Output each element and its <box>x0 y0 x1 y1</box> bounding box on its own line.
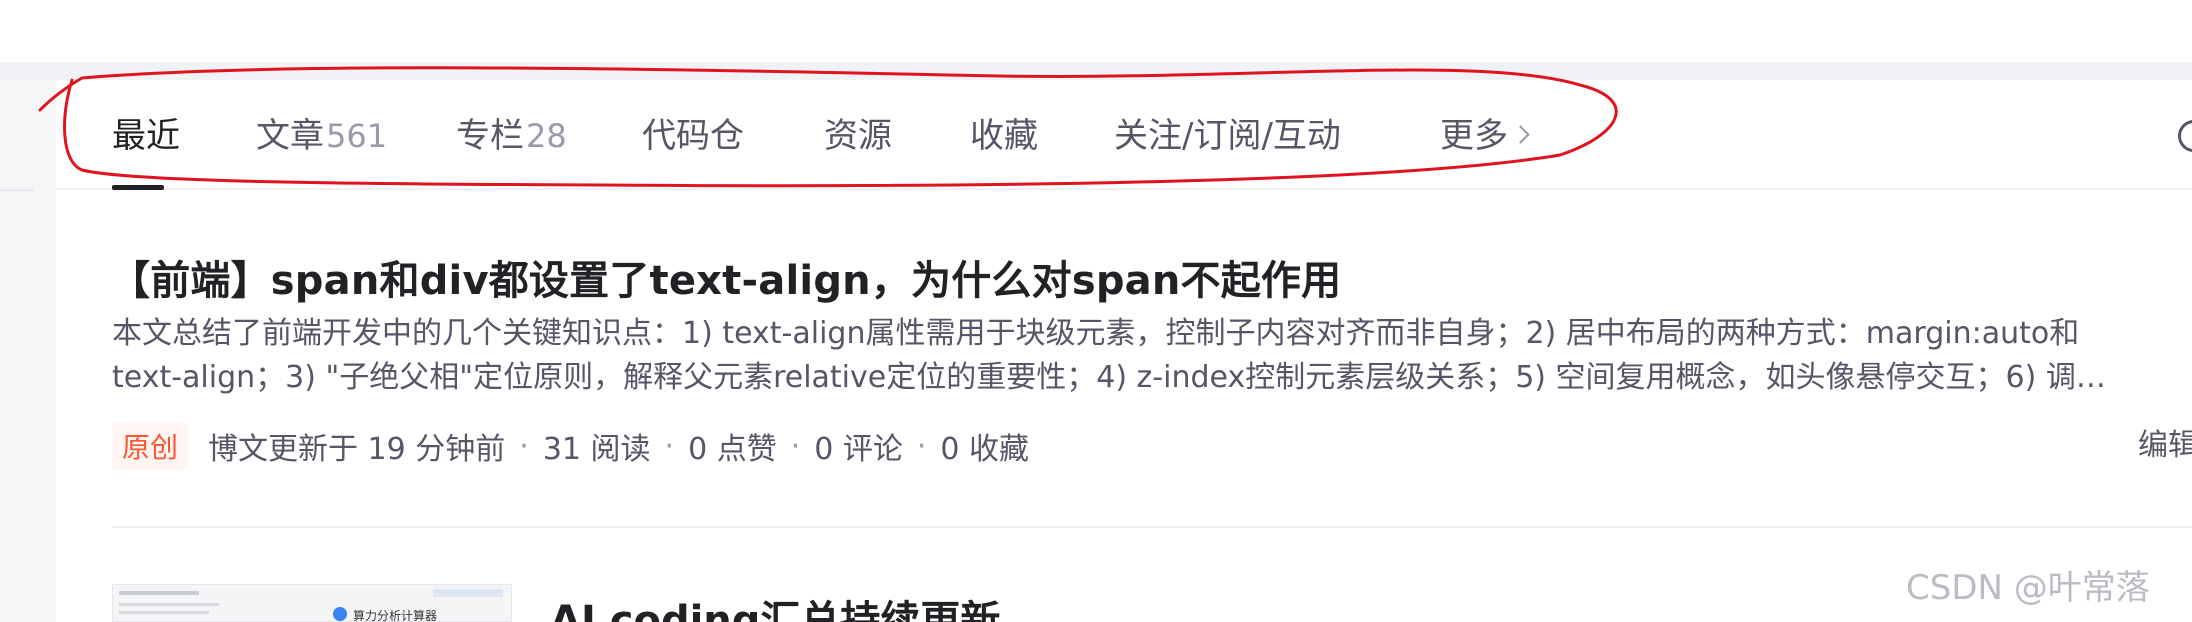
tab-label: 最近 <box>112 116 180 156</box>
thumbnail-controls <box>433 589 503 597</box>
thumbnail-text-line <box>119 611 209 614</box>
meta-separator: · <box>916 428 927 464</box>
thumbnail-toolbar <box>119 591 199 595</box>
thumbnail-caption: 算力分析计算器 <box>353 609 438 622</box>
thumbnail-text-line <box>119 603 219 606</box>
tab-label: 更多 <box>1440 116 1508 156</box>
page-background-strip <box>0 62 2192 80</box>
watermark: CSDN @叶常落 <box>1906 568 2150 608</box>
sidebar-divider <box>0 189 34 191</box>
tab-label: 代码仓 <box>642 116 744 156</box>
meta-separator: · <box>664 428 675 464</box>
edit-button[interactable]: 编辑 <box>2138 424 2192 468</box>
read-count: 31 阅读 <box>542 432 651 467</box>
article-summary[interactable]: 本文总结了前端开发中的几个关键知识点：1) text-align属性需用于块级元… <box>112 312 2152 400</box>
like-count: 0 点赞 <box>688 432 777 467</box>
tab-follow-subscribe[interactable]: 关注/订阅/互动 <box>1114 116 1341 156</box>
tab-label: 专栏 <box>456 116 524 156</box>
tab-more[interactable]: 更多 <box>1440 116 1530 156</box>
tab-label: 关注/订阅/互动 <box>1114 116 1341 156</box>
active-tab-indicator <box>112 185 164 190</box>
meta-separator: · <box>519 428 529 464</box>
tab-articles[interactable]: 文章561 <box>256 116 387 156</box>
tab-label: 文章 <box>256 116 324 156</box>
tab-label: 资源 <box>824 116 892 156</box>
updated-time: 博文更新于 19 分钟前 <box>208 432 506 467</box>
tab-favorites[interactable]: 收藏 <box>970 116 1038 156</box>
page: 最近 文章561 专栏28 代码仓 资源 收藏 关注/订阅/互动 更多 【前端】… <box>0 0 2192 622</box>
tab-columns[interactable]: 专栏28 <box>456 116 567 156</box>
top-band <box>0 0 2192 62</box>
list-divider <box>112 526 2192 528</box>
summary-line: 本文总结了前端开发中的几个关键知识点：1) text-align属性需用于块级元… <box>112 316 2080 351</box>
article-title[interactable]: 【前端】span和div都设置了text-align，为什么对span不起作用 <box>110 248 1341 306</box>
meta-separator: · <box>790 428 801 464</box>
thumbnail-logo-icon <box>333 607 347 621</box>
tab-label: 收藏 <box>970 116 1038 156</box>
article-title[interactable]: AI coding汇总持续更新 <box>550 588 1000 622</box>
tab-recent[interactable]: 最近 <box>112 116 180 156</box>
tab-code-repo[interactable]: 代码仓 <box>642 116 744 156</box>
chevron-right-icon <box>1511 125 1530 144</box>
article-meta: 原创 博文更新于 19 分钟前 · 31 阅读 · 0 点赞 · 0 评论 · … <box>112 422 1030 470</box>
comment-count: 0 评论 <box>814 432 903 467</box>
left-sidebar-edge <box>0 80 56 622</box>
favorite-count: 0 收藏 <box>940 432 1030 467</box>
article-thumbnail[interactable]: 算力分析计算器 <box>112 584 512 622</box>
tab-count: 28 <box>526 117 567 155</box>
tab-resources[interactable]: 资源 <box>824 116 892 156</box>
tab-count: 561 <box>326 117 388 155</box>
original-badge: 原创 <box>112 422 189 470</box>
summary-line: text-align；3) "子绝父相"定位原则，解释父元素relative定位… <box>112 360 2106 395</box>
